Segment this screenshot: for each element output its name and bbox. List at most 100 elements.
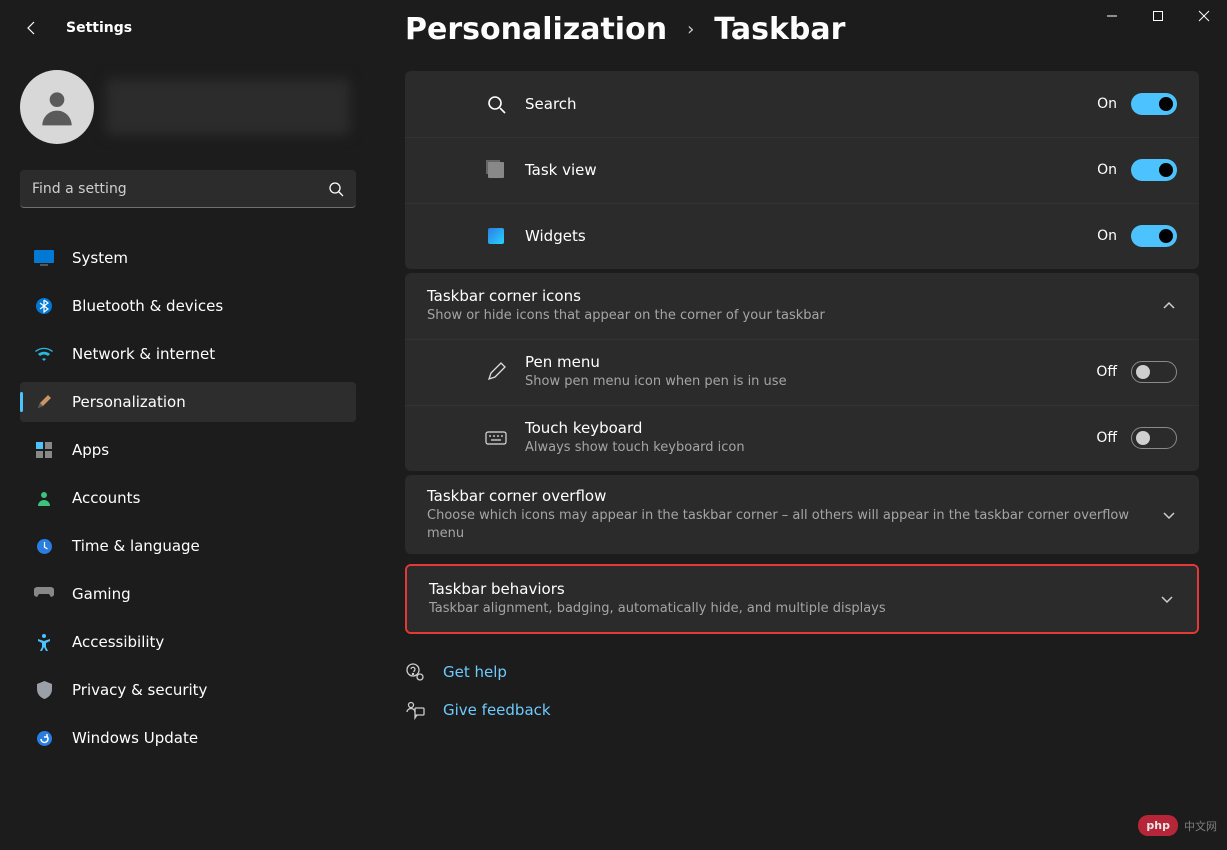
avatar: [20, 70, 94, 144]
footer-links: Get help Give feedback: [405, 662, 1199, 740]
nav-bluetooth[interactable]: Bluetooth & devices: [20, 286, 356, 326]
search-icon: [328, 181, 344, 197]
toggle-state: On: [1097, 228, 1117, 244]
app-title: Settings: [66, 20, 132, 36]
nav-label: Bluetooth & devices: [72, 297, 223, 315]
nav-label: Gaming: [72, 585, 131, 603]
paintbrush-icon: [34, 392, 54, 412]
window-controls: [1089, 0, 1227, 40]
taskbar-behaviors-group: Taskbar behaviors Taskbar alignment, bad…: [407, 566, 1197, 632]
nav-label: Time & language: [72, 537, 200, 555]
highlight-box: Taskbar behaviors Taskbar alignment, bad…: [405, 564, 1199, 634]
task-view-icon: [485, 159, 507, 181]
profile-info-redacted: [106, 79, 350, 135]
row-title: Search: [525, 95, 1097, 113]
row-pen-menu[interactable]: Pen menu Show pen menu icon when pen is …: [405, 339, 1199, 405]
watermark-text: 中文网: [1184, 818, 1217, 834]
clock-globe-icon: [34, 536, 54, 556]
search-box[interactable]: [20, 170, 356, 208]
nav-personalization[interactable]: Personalization: [20, 382, 356, 422]
toggle-touch-keyboard[interactable]: [1131, 427, 1177, 449]
main-content: Personalization › Taskbar Search On Task…: [405, 12, 1199, 850]
toggle-state: Off: [1096, 430, 1117, 446]
toggle-search[interactable]: [1131, 93, 1177, 115]
section-title: Taskbar corner overflow: [427, 487, 1145, 505]
bluetooth-icon: [34, 296, 54, 316]
nav-gaming[interactable]: Gaming: [20, 574, 356, 614]
pen-icon: [485, 361, 507, 383]
row-touch-keyboard[interactable]: Touch keyboard Always show touch keyboar…: [405, 405, 1199, 471]
monitor-icon: [34, 248, 54, 268]
chevron-down-icon: [1161, 507, 1177, 523]
toggle-widgets[interactable]: [1131, 225, 1177, 247]
toggle-state: On: [1097, 96, 1117, 112]
nav-system[interactable]: System: [20, 238, 356, 278]
toggle-pen-menu[interactable]: [1131, 361, 1177, 383]
chevron-right-icon: ›: [687, 19, 694, 40]
link-label: Give feedback: [443, 701, 551, 719]
row-sub: Show pen menu icon when pen is in use: [525, 373, 1096, 391]
nav-label: Privacy & security: [72, 681, 207, 699]
corner-overflow-group: Taskbar corner overflow Choose which ico…: [405, 475, 1199, 554]
section-sub: Show or hide icons that appear on the co…: [427, 307, 1145, 325]
nav-label: Network & internet: [72, 345, 215, 363]
get-help-link[interactable]: Get help: [405, 662, 1199, 682]
row-widgets[interactable]: Widgets On: [405, 203, 1199, 269]
nav-accounts[interactable]: Accounts: [20, 478, 356, 518]
nav-label: System: [72, 249, 128, 267]
row-search[interactable]: Search On: [405, 71, 1199, 137]
row-title: Touch keyboard: [525, 419, 1096, 437]
section-title: Taskbar behaviors: [429, 580, 1143, 598]
watermark-badge: php: [1138, 815, 1178, 836]
breadcrumb: Personalization › Taskbar: [405, 12, 1199, 47]
header: Settings: [22, 18, 132, 38]
taskbar-behaviors-header[interactable]: Taskbar behaviors Taskbar alignment, bad…: [407, 566, 1197, 632]
row-title: Task view: [525, 161, 1097, 179]
nav-label: Accounts: [72, 489, 140, 507]
link-label: Get help: [443, 663, 507, 681]
breadcrumb-current: Taskbar: [714, 12, 845, 47]
feedback-icon: [405, 700, 425, 720]
section-title: Taskbar corner icons: [427, 287, 1145, 305]
sidebar: System Bluetooth & devices Network & int…: [0, 60, 370, 762]
nav-network[interactable]: Network & internet: [20, 334, 356, 374]
nav-label: Windows Update: [72, 729, 198, 747]
minimize-button[interactable]: [1089, 0, 1135, 32]
nav-label: Personalization: [72, 393, 186, 411]
profile-block[interactable]: [20, 70, 356, 144]
toggle-task-view[interactable]: [1131, 159, 1177, 181]
person-icon: [34, 488, 54, 508]
section-sub: Choose which icons may appear in the tas…: [427, 507, 1145, 542]
row-title: Pen menu: [525, 353, 1096, 371]
corner-overflow-header[interactable]: Taskbar corner overflow Choose which ico…: [405, 475, 1199, 554]
corner-icons-header[interactable]: Taskbar corner icons Show or hide icons …: [405, 273, 1199, 339]
nav-list: System Bluetooth & devices Network & int…: [20, 234, 356, 762]
nav-privacy[interactable]: Privacy & security: [20, 670, 356, 710]
breadcrumb-parent[interactable]: Personalization: [405, 12, 667, 47]
nav-label: Apps: [72, 441, 109, 459]
nav-label: Accessibility: [72, 633, 164, 651]
toggle-state: On: [1097, 162, 1117, 178]
accessibility-icon: [34, 632, 54, 652]
maximize-button[interactable]: [1135, 0, 1181, 32]
nav-accessibility[interactable]: Accessibility: [20, 622, 356, 662]
chevron-up-icon: [1161, 298, 1177, 314]
close-button[interactable]: [1181, 0, 1227, 32]
search-input[interactable]: [20, 170, 356, 208]
section-sub: Taskbar alignment, badging, automaticall…: [429, 600, 1143, 618]
chevron-down-icon: [1159, 591, 1175, 607]
help-icon: [405, 662, 425, 682]
wifi-icon: [34, 344, 54, 364]
give-feedback-link[interactable]: Give feedback: [405, 700, 1199, 720]
widgets-icon: [485, 225, 507, 247]
back-button[interactable]: [22, 18, 42, 38]
nav-apps[interactable]: Apps: [20, 430, 356, 470]
nav-time-language[interactable]: Time & language: [20, 526, 356, 566]
nav-windows-update[interactable]: Windows Update: [20, 718, 356, 758]
shield-icon: [34, 680, 54, 700]
row-title: Widgets: [525, 227, 1097, 245]
row-task-view[interactable]: Task view On: [405, 137, 1199, 203]
taskbar-items-group: Search On Task view On Widgets On: [405, 71, 1199, 269]
search-icon: [485, 93, 507, 115]
watermark: php 中文网: [1138, 815, 1217, 836]
